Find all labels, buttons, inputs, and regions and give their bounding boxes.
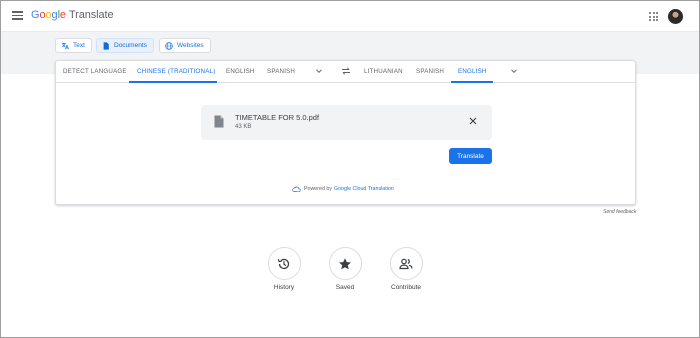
history-action[interactable]: History (264, 247, 304, 291)
powered-by: Powered by Google Cloud Translation (292, 186, 394, 192)
app-header: Google Translate (1, 1, 699, 31)
google-translate-logo[interactable]: Google Translate (31, 9, 114, 21)
target-more-chevron-icon[interactable] (510, 67, 518, 75)
hamburger-menu-icon[interactable] (12, 11, 23, 20)
language-bar: DETECT LANGUAGE CHINESE (TRADITIONAL) EN… (56, 61, 635, 83)
contribute-action[interactable]: Contribute (386, 247, 426, 291)
swap-languages-icon[interactable] (341, 67, 351, 75)
websites-mode-label: Websites (177, 42, 204, 49)
product-name: Translate (68, 9, 114, 21)
apps-grid-icon[interactable] (649, 12, 658, 21)
source-lang-detect[interactable]: DETECT LANGUAGE (63, 68, 127, 75)
history-button[interactable] (267, 247, 301, 280)
uploaded-file-box: TIMETABLE FOR 5.0.pdf 43 KB (201, 105, 492, 140)
target-lang-spanish[interactable]: SPANISH (416, 68, 444, 75)
saved-action[interactable]: Saved (325, 247, 365, 291)
send-feedback-link[interactable]: Send feedback (603, 209, 636, 215)
source-lang-english[interactable]: ENGLISH (226, 68, 255, 75)
documents-mode-button[interactable]: Documents (96, 38, 154, 53)
close-icon[interactable] (468, 116, 478, 126)
avatar[interactable] (668, 9, 683, 24)
source-lang-chinese-traditional[interactable]: CHINESE (TRADITIONAL) (137, 68, 215, 75)
history-icon (277, 258, 290, 269)
contribute-button[interactable] (389, 247, 423, 280)
source-lang-spanish[interactable]: SPANISH (267, 68, 295, 75)
saved-label: Saved (335, 284, 355, 291)
target-lang-lithuanian[interactable]: LITHUANIAN (364, 68, 403, 75)
google-cloud-translation-link[interactable]: Google Cloud Translation (334, 186, 394, 192)
history-label: History (273, 284, 295, 291)
target-active-underline (451, 81, 493, 83)
globe-icon (165, 41, 173, 50)
websites-mode-button[interactable]: Websites (159, 38, 211, 53)
documents-mode-label: Documents (114, 42, 147, 49)
target-lang-english[interactable]: ENGLISH (458, 68, 487, 75)
file-icon (214, 115, 224, 128)
star-icon (339, 257, 351, 269)
source-more-chevron-icon[interactable] (315, 67, 323, 75)
people-icon (399, 258, 413, 269)
document-icon (103, 41, 109, 50)
google-cloud-icon (292, 186, 301, 192)
source-active-underline (129, 81, 217, 83)
text-mode-label: Text (73, 42, 85, 49)
translation-card: DETECT LANGUAGE CHINESE (TRADITIONAL) EN… (55, 60, 636, 205)
contribute-label: Contribute (391, 284, 421, 291)
saved-button[interactable] (328, 247, 362, 280)
translate-text-icon (61, 42, 69, 49)
file-size: 43 KB (235, 124, 252, 130)
powered-by-prefix: Powered by (304, 186, 332, 192)
text-mode-button[interactable]: Text (55, 38, 92, 53)
file-name: TIMETABLE FOR 5.0.pdf (235, 113, 320, 122)
translate-button[interactable]: Translate (449, 148, 492, 164)
